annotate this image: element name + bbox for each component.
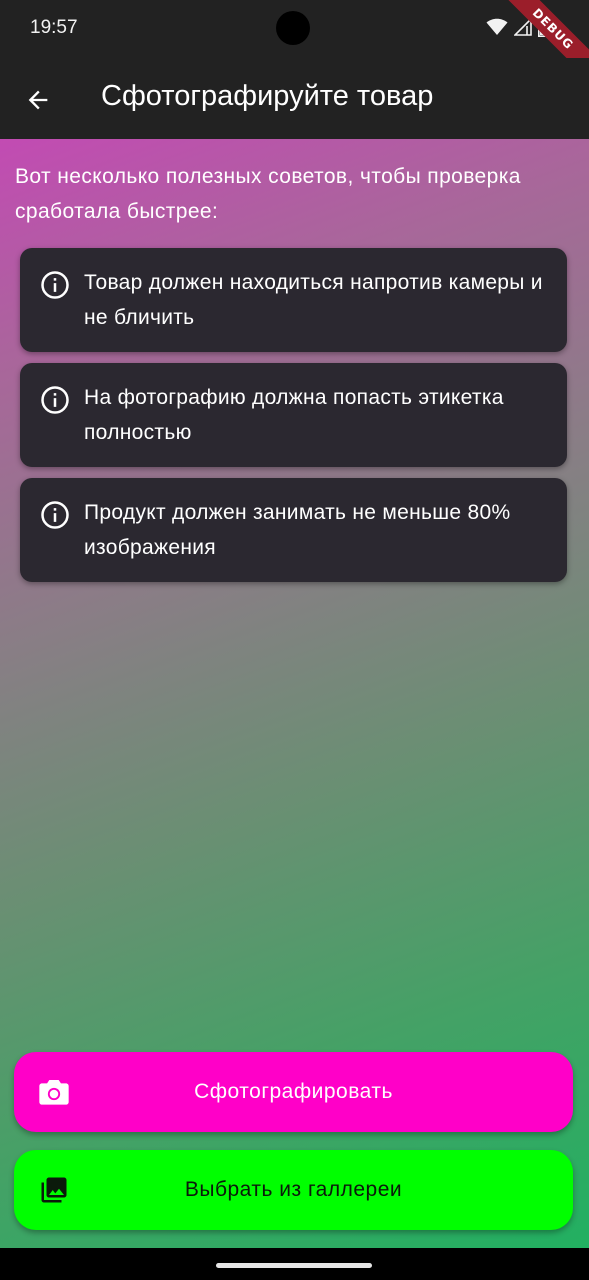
take-photo-label: Сфотографировать <box>194 1080 393 1103</box>
back-button[interactable] <box>18 80 58 120</box>
navigation-bar <box>0 1248 589 1280</box>
wifi-icon <box>486 18 508 35</box>
tip-text: Продукт должен занимать не меньше 80% из… <box>84 501 511 559</box>
info-icon <box>41 386 69 414</box>
camera-icon <box>39 1080 69 1105</box>
tip-card: Продукт должен занимать не меньше 80% из… <box>20 478 567 582</box>
tip-text: Товар должен находиться напротив камеры … <box>84 271 543 329</box>
camera-cutout <box>276 11 310 45</box>
app-bar: Сфотографируйте товар <box>0 58 589 139</box>
tip-card: Товар должен находиться напротив камеры … <box>20 248 567 352</box>
status-bar: 19:57 DEBUG <box>0 0 589 87</box>
arrow-left-icon <box>28 90 48 110</box>
page-title: Сфотографируйте товар <box>101 80 434 112</box>
tip-text: На фотографию должна попасть этикетка по… <box>84 386 504 444</box>
info-icon <box>41 501 69 529</box>
pick-from-gallery-button[interactable]: Выбрать из галлереи <box>14 1150 573 1230</box>
info-icon <box>41 271 69 299</box>
home-gesture-handle[interactable] <box>216 1263 372 1268</box>
tips-content: Вот несколько полезных советов, чтобы пр… <box>0 139 589 1248</box>
tip-card: На фотографию должна попасть этикетка по… <box>20 363 567 467</box>
take-photo-button[interactable]: Сфотографировать <box>14 1052 573 1132</box>
pick-from-gallery-label: Выбрать из галлереи <box>184 1178 403 1201</box>
intro-text: Вот несколько полезных советов, чтобы пр… <box>15 165 521 223</box>
photo-library-icon <box>41 1177 67 1203</box>
status-time: 19:57 <box>30 17 78 38</box>
